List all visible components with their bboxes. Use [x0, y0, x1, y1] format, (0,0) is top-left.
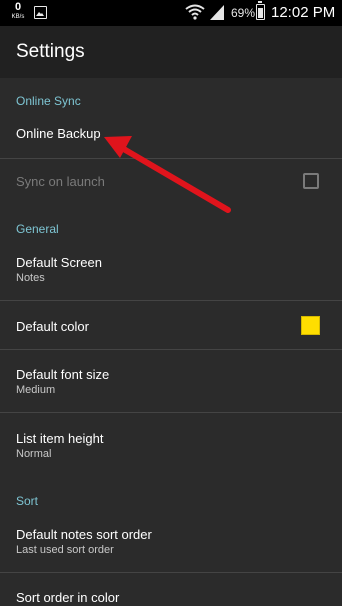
annotation-arrow: [104, 136, 231, 213]
